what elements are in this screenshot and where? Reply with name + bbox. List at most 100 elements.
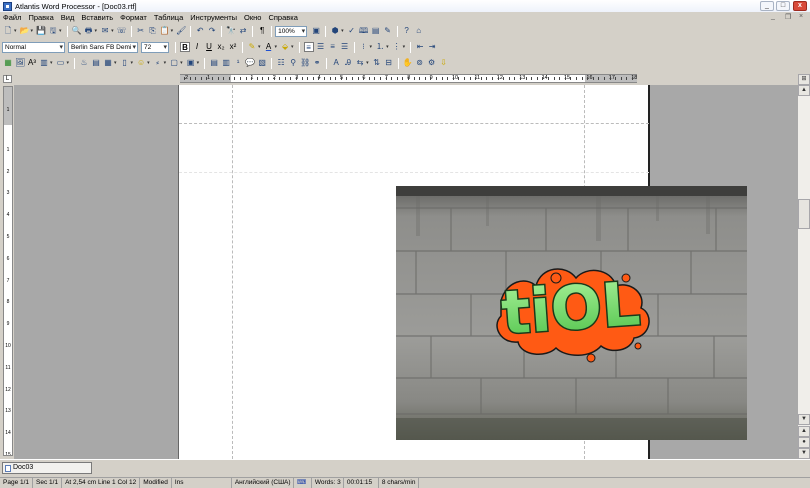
hand-icon[interactable]: ✋ — [403, 58, 413, 68]
redo-icon[interactable]: ↷ — [207, 26, 217, 36]
record-icon[interactable]: ⊚ — [415, 58, 425, 68]
font-color-dropdown-icon[interactable]: ▾ — [275, 44, 278, 50]
browse-object-icon[interactable]: ● — [798, 437, 810, 448]
menu-file[interactable]: Файл — [3, 13, 21, 22]
font-select[interactable]: Berlin Sans FB Demi — [68, 41, 138, 53]
new-icon[interactable]: 🗋 — [3, 26, 13, 36]
minimize-button[interactable]: _ — [760, 1, 774, 11]
status-language[interactable]: Английский (США) — [232, 478, 294, 488]
highlight-icon[interactable]: ✎ — [247, 42, 257, 52]
status-insert-mode[interactable]: Ins — [172, 478, 232, 488]
mdi-minimize-icon[interactable]: _ — [771, 13, 775, 20]
bullets-icon[interactable]: ⁝ — [359, 42, 369, 52]
app-icon[interactable] — [3, 1, 12, 11]
highlight-dropdown-icon[interactable]: ▾ — [258, 44, 261, 50]
decrease-indent-icon[interactable]: ⇤ — [415, 42, 425, 52]
styles-dropdown-icon[interactable]: ▾ — [341, 28, 344, 34]
word-count-icon[interactable]: ▤ — [371, 26, 381, 36]
fax-icon[interactable]: ☏ — [117, 26, 127, 36]
horizontal-ruler[interactable]: 21123456789101112131415161718 — [180, 74, 637, 83]
menu-format[interactable]: Формат — [120, 13, 147, 22]
comment-icon[interactable]: 💬 — [245, 58, 255, 68]
scrollbar-thumb[interactable] — [798, 199, 810, 229]
insert-picture-icon[interactable]: 🖼 — [15, 58, 25, 68]
new-dropdown-icon[interactable]: ▾ — [14, 28, 17, 34]
zoom-select[interactable]: 100% — [275, 25, 308, 37]
replace-text-dropdown-icon[interactable]: ▾ — [366, 60, 369, 66]
superscript-icon[interactable]: x² — [228, 42, 238, 52]
format-painter-icon[interactable]: 🖌 — [176, 26, 186, 36]
hyperlink-icon[interactable]: ⚭ — [312, 58, 322, 68]
graffiti-picture[interactable]: tiOL — [396, 186, 747, 440]
menu-tools[interactable]: Инструменты — [190, 13, 237, 22]
status-page[interactable]: Page 1/1 — [0, 478, 34, 488]
bookmark-icon[interactable]: ▯ — [120, 58, 130, 68]
increase-indent-icon[interactable]: ⇥ — [427, 42, 437, 52]
columns-icon[interactable]: ▥ — [39, 58, 49, 68]
hyphen-icon[interactable]: ⸗ — [153, 58, 163, 68]
bullets-dropdown-icon[interactable]: ▾ — [370, 44, 373, 50]
scroll-down-icon[interactable]: ▼ — [798, 414, 810, 425]
replace-text-icon[interactable]: ⇆ — [355, 58, 365, 68]
full-screen-icon[interactable]: ▣ — [311, 26, 321, 36]
footnote-icon[interactable]: ¹ — [233, 58, 243, 68]
macro-icon[interactable]: ⚙ — [427, 58, 437, 68]
paste-dropdown-icon[interactable]: ▾ — [171, 28, 174, 34]
email-icon[interactable]: ✉ — [100, 26, 110, 36]
print-dropdown-icon[interactable]: ▾ — [95, 28, 98, 34]
symbol-icon[interactable]: ♨ — [79, 58, 89, 68]
background-color-dropdown-icon[interactable]: ▾ — [291, 44, 294, 50]
vertical-scrollbar[interactable]: ⊞ ▲ ▼ ▲ ● ▼ — [798, 74, 810, 459]
document-page[interactable]: tiOL — [178, 85, 747, 459]
date-icon[interactable]: ▤ — [91, 58, 101, 68]
field-dropdown-icon[interactable]: ▾ — [197, 60, 200, 66]
multilevel-dropdown-icon[interactable]: ▾ — [403, 44, 406, 50]
header-icon[interactable]: ▤ — [209, 58, 219, 68]
open-icon[interactable]: 📂 — [20, 26, 30, 36]
autocorrect-icon[interactable]: ✎ — [383, 26, 393, 36]
font-color-icon[interactable]: A — [264, 42, 274, 52]
spell-check-icon[interactable]: ✓ — [347, 26, 357, 36]
sort-icon[interactable]: ⇅ — [372, 58, 382, 68]
mdi-restore-icon[interactable]: ❐ — [785, 13, 791, 21]
columns-dropdown-icon[interactable]: ▾ — [50, 60, 53, 66]
tab-selector[interactable]: L — [3, 75, 12, 83]
autotext-icon[interactable]: Α — [331, 58, 341, 68]
align-center-icon[interactable]: ☰ — [316, 42, 326, 52]
menu-help[interactable]: Справка — [268, 13, 297, 22]
smiley-icon[interactable]: ☺ — [136, 58, 146, 68]
save-icon[interactable]: 💾 — [36, 26, 46, 36]
ruler-toggle-icon[interactable]: ⊞ — [798, 74, 810, 85]
font-size-select[interactable]: 72 — [141, 41, 169, 53]
align-right-icon[interactable]: ≡ — [328, 42, 338, 52]
thesaurus-icon[interactable]: 🕮 — [359, 26, 369, 36]
previous-page-icon[interactable]: ▲ — [798, 426, 810, 437]
footer-icon[interactable]: ▥ — [221, 58, 231, 68]
copy-icon[interactable]: ⎘ — [148, 26, 158, 36]
open-dropdown-icon[interactable]: ▾ — [31, 28, 34, 34]
case-icon[interactable]: Ꭿ — [343, 58, 353, 68]
menu-window[interactable]: Окно — [244, 13, 261, 22]
background-color-icon[interactable]: ⬙ — [280, 42, 290, 52]
multilevel-icon[interactable]: ⋮ — [392, 42, 402, 52]
note-icon[interactable]: ▧ — [257, 58, 267, 68]
show-formatting-icon[interactable]: ¶ — [257, 26, 267, 36]
table-dropdown-icon[interactable]: ▾ — [114, 60, 117, 66]
next-page-icon[interactable]: ▼ — [798, 448, 810, 459]
styles-icon[interactable]: ⬢ — [330, 26, 340, 36]
menu-insert[interactable]: Вставить — [81, 13, 113, 22]
insert-object-icon[interactable]: ▦ — [3, 58, 13, 68]
paste-icon[interactable]: 📋 — [160, 26, 170, 36]
frame-dropdown-icon[interactable]: ▾ — [180, 60, 183, 66]
align-left-icon[interactable]: ≡ — [303, 42, 314, 52]
justify-icon[interactable]: ☰ — [340, 42, 350, 52]
help-icon[interactable]: ? — [402, 26, 412, 36]
italic-button[interactable]: I — [192, 42, 202, 52]
vertical-ruler[interactable]: 1 1 2 3 4 5 6 7 8 9 10 11 12 13 14 15 — [3, 86, 13, 456]
index-icon[interactable]: ⚲ — [288, 58, 298, 68]
print-preview-icon[interactable]: 🔍 — [72, 26, 82, 36]
page-setup-dropdown-icon[interactable]: ▾ — [67, 60, 70, 66]
numbering-dropdown-icon[interactable]: ▾ — [386, 44, 389, 50]
menu-edit[interactable]: Правка — [28, 13, 53, 22]
cross-ref-icon[interactable]: ⛓ — [300, 58, 310, 68]
